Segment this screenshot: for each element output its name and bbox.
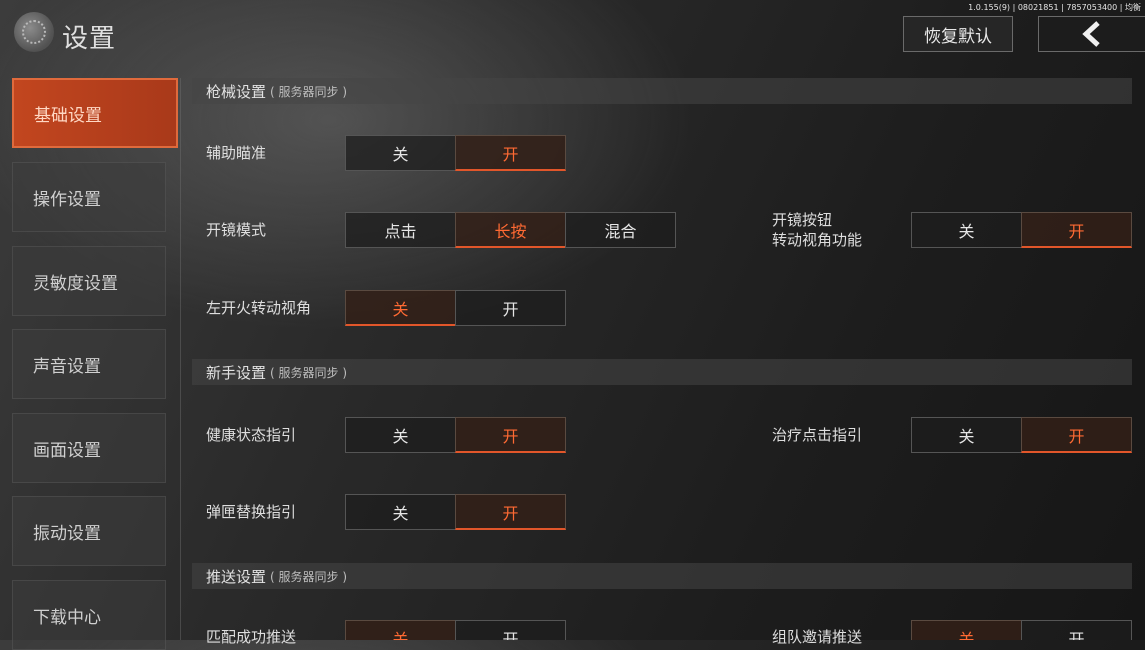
page-title: 设置 [62,24,117,54]
team-push-on[interactable]: 开 [1021,620,1132,640]
scope-button-off[interactable]: 关 [911,212,1022,248]
scope-mode-toggle: 点击 长按 混合 [345,212,676,248]
aim-assist-off[interactable]: 关 [345,135,456,171]
team-push-off[interactable]: 关 [911,620,1022,640]
aim-assist-toggle: 关 开 [345,135,566,171]
left-fire-label: 左开火转动视角 [206,299,312,317]
mag-guide-on[interactable]: 开 [455,494,566,530]
match-push-off[interactable]: 关 [345,620,456,640]
left-fire-on[interactable]: 开 [455,290,566,326]
sidebar-item-basic[interactable]: 基础设置 [12,78,178,148]
scope-mode-tap[interactable]: 点击 [345,212,456,248]
health-guide-on[interactable]: 开 [455,417,566,453]
section-sync-note: ( 服务器同步 ) [270,84,348,99]
scope-button-label-line1: 开镜按钮 [772,211,833,229]
team-push-label: 组队邀请推送 [772,628,863,646]
left-fire-toggle: 关 开 [345,290,566,326]
health-guide-label: 健康状态指引 [206,426,297,444]
aim-assist-on[interactable]: 开 [455,135,566,171]
heal-guide-toggle: 关 开 [911,417,1132,453]
section-title: 枪械设置 [206,82,267,101]
match-push-toggle: 关 开 [345,620,566,640]
health-guide-toggle: 关 开 [345,417,566,453]
scope-button-on[interactable]: 开 [1021,212,1132,248]
scope-button-toggle: 关 开 [911,212,1132,248]
scope-mode-mixed[interactable]: 混合 [565,212,676,248]
sidebar-item-graphics[interactable]: 画面设置 [12,413,166,483]
left-fire-off[interactable]: 关 [345,290,456,326]
mag-guide-label: 弹匣替换指引 [206,503,297,521]
team-push-toggle: 关 开 [911,620,1132,640]
heal-guide-on[interactable]: 开 [1021,417,1132,453]
heal-guide-label: 治疗点击指引 [772,426,863,444]
section-title: 推送设置 [206,567,267,586]
section-title: 新手设置 [206,363,267,382]
heal-guide-off[interactable]: 关 [911,417,1022,453]
back-button[interactable] [1038,16,1145,52]
scope-button-label-line2: 转动视角功能 [772,231,863,249]
mag-guide-toggle: 关 开 [345,494,566,530]
section-sync-note: ( 服务器同步 ) [270,569,348,584]
sidebar-item-sound[interactable]: 声音设置 [12,329,166,399]
section-sync-note: ( 服务器同步 ) [270,365,348,380]
scope-mode-hold[interactable]: 长按 [455,212,566,248]
sidebar-item-vibration[interactable]: 振动设置 [12,496,166,566]
sidebar-item-sensitivity[interactable]: 灵敏度设置 [12,246,166,316]
sidebar-divider [180,78,181,640]
header: 设置 恢复默认 [0,0,1145,70]
mag-guide-off[interactable]: 关 [345,494,456,530]
reset-default-button[interactable]: 恢复默认 [903,16,1013,52]
health-guide-off[interactable]: 关 [345,417,456,453]
scope-button-label: 开镜按钮 转动视角功能 [772,210,862,250]
chevron-left-icon [1082,21,1100,47]
section-newbie: 新手设置 ( 服务器同步 ) [192,359,1132,385]
match-push-label: 匹配成功推送 [206,628,297,646]
section-push: 推送设置 ( 服务器同步 ) [192,563,1132,589]
match-push-on[interactable]: 开 [455,620,566,640]
section-weapon: 枪械设置 ( 服务器同步 ) [192,78,1132,104]
sidebar-item-controls[interactable]: 操作设置 [12,162,166,232]
globe-icon [14,12,54,52]
scope-mode-label: 开镜模式 [206,221,267,239]
aim-assist-label: 辅助瞄准 [206,144,267,162]
